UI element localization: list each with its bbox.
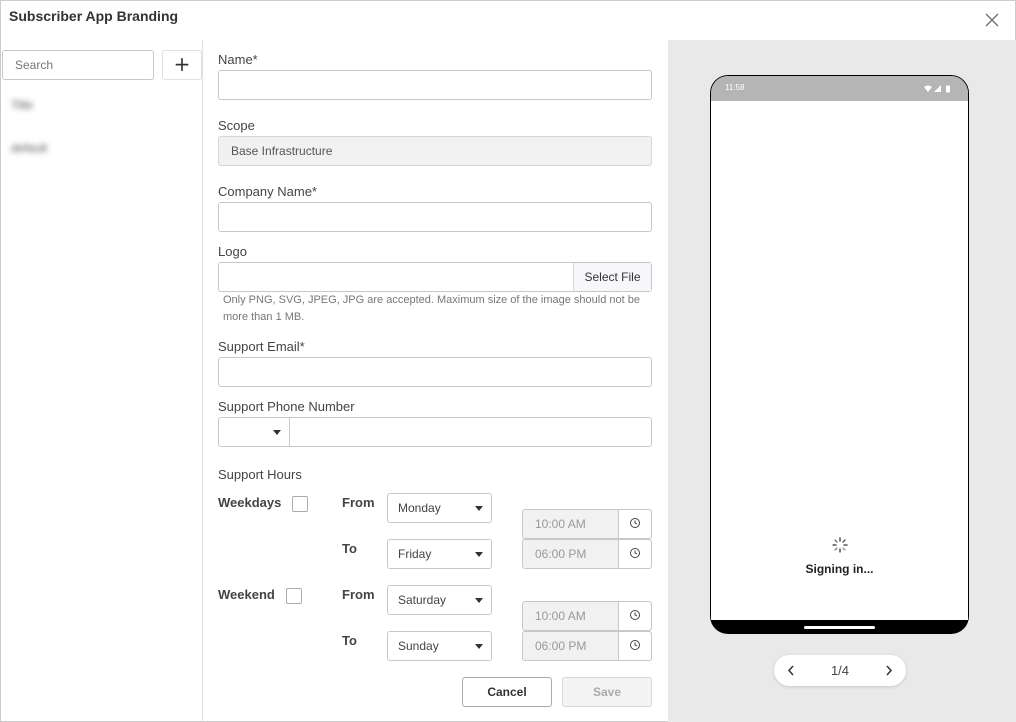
select-file-button[interactable]: Select File xyxy=(573,263,651,291)
logo-field[interactable]: Select File xyxy=(218,262,652,292)
save-button[interactable]: Save xyxy=(562,677,652,707)
chevron-right-icon[interactable] xyxy=(881,663,896,678)
support-phone-label: Support Phone Number xyxy=(218,399,355,414)
chevron-down-icon xyxy=(475,506,483,511)
weekdays-to-value: Friday xyxy=(398,547,432,561)
weekend-from-value: Saturday xyxy=(398,593,447,607)
status-icons xyxy=(924,85,950,93)
clock-icon[interactable] xyxy=(618,632,651,660)
weekend-from-select[interactable]: Saturday xyxy=(387,585,492,615)
branding-form: Name* Scope Base Infrastructure Company … xyxy=(203,40,668,722)
list-item[interactable]: Title xyxy=(11,98,33,112)
company-name-field[interactable] xyxy=(218,202,652,232)
status-time: 11:58 xyxy=(725,83,745,92)
signing-in-message: Signing in... xyxy=(805,562,874,576)
loading-spinner-icon xyxy=(832,537,848,553)
branding-dialog: Subscriber App Branding + Title default … xyxy=(0,0,1016,722)
cancel-button[interactable]: Cancel xyxy=(462,677,552,707)
weekdays-to-label: To xyxy=(342,541,357,556)
weekend-to-time-value: 06:00 PM xyxy=(535,639,587,653)
support-email-label: Support Email* xyxy=(218,339,305,354)
phone-screen: 11:58 Signing in... xyxy=(711,76,968,620)
weekdays-from-label: From xyxy=(342,495,375,510)
name-label: Name* xyxy=(218,52,258,67)
name-field[interactable] xyxy=(218,70,652,100)
weekdays-to-select[interactable]: Friday xyxy=(387,539,492,569)
weekdays-from-select[interactable]: Monday xyxy=(387,493,492,523)
phone-mockup: 11:58 Signing in... xyxy=(710,75,969,634)
logo-hint: Only PNG, SVG, JPEG, JPG are accepted. M… xyxy=(223,294,640,323)
company-name-label: Company Name* xyxy=(218,184,317,199)
weekdays-from-time-value: 10:00 AM xyxy=(535,517,586,531)
weekend-to-label: To xyxy=(342,633,357,648)
weekdays-to-time-value: 06:00 PM xyxy=(535,547,587,561)
support-email-field[interactable] xyxy=(218,357,652,387)
branding-list-panel: + Title default xyxy=(1,40,203,722)
weekend-to-time[interactable]: 06:00 PM xyxy=(522,631,652,661)
list-item[interactable]: default xyxy=(11,141,47,155)
weekdays-checkbox[interactable] xyxy=(292,496,308,512)
chevron-down-icon xyxy=(475,644,483,649)
clock-icon[interactable] xyxy=(618,602,651,630)
weekend-label: Weekend xyxy=(218,587,275,602)
scope-field: Base Infrastructure xyxy=(218,136,652,166)
weekdays-to-time[interactable]: 06:00 PM xyxy=(522,539,652,569)
weekend-from-time-value: 10:00 AM xyxy=(535,609,586,623)
chevron-down-icon xyxy=(475,598,483,603)
chevron-down-icon xyxy=(475,552,483,557)
weekend-from-label: From xyxy=(342,587,375,602)
close-icon[interactable] xyxy=(983,11,1001,29)
weekdays-from-time[interactable]: 10:00 AM xyxy=(522,509,652,539)
status-bar: 11:58 xyxy=(711,76,968,101)
app-preview-panel: 11:58 Signing in... 1/4 xyxy=(668,40,1016,722)
chevron-down-icon xyxy=(273,430,281,435)
logo-label: Logo xyxy=(218,244,247,259)
weekend-checkbox[interactable] xyxy=(286,588,302,604)
clock-icon[interactable] xyxy=(618,540,651,568)
country-code-select[interactable] xyxy=(219,418,290,446)
weekdays-label: Weekdays xyxy=(218,495,282,510)
clock-icon[interactable] xyxy=(618,510,651,538)
weekend-from-time[interactable]: 10:00 AM xyxy=(522,601,652,631)
dialog-title: Subscriber App Branding xyxy=(9,8,179,24)
weekend-to-value: Sunday xyxy=(398,639,439,653)
home-indicator xyxy=(804,626,875,629)
scope-label: Scope xyxy=(218,118,255,133)
weekend-to-select[interactable]: Sunday xyxy=(387,631,492,661)
preview-pager: 1/4 xyxy=(774,655,906,686)
add-branding-button[interactable]: + xyxy=(162,50,202,80)
search-input[interactable] xyxy=(2,50,154,80)
support-hours-label: Support Hours xyxy=(218,467,302,482)
support-phone-field[interactable] xyxy=(218,417,652,447)
weekdays-from-value: Monday xyxy=(398,501,441,515)
